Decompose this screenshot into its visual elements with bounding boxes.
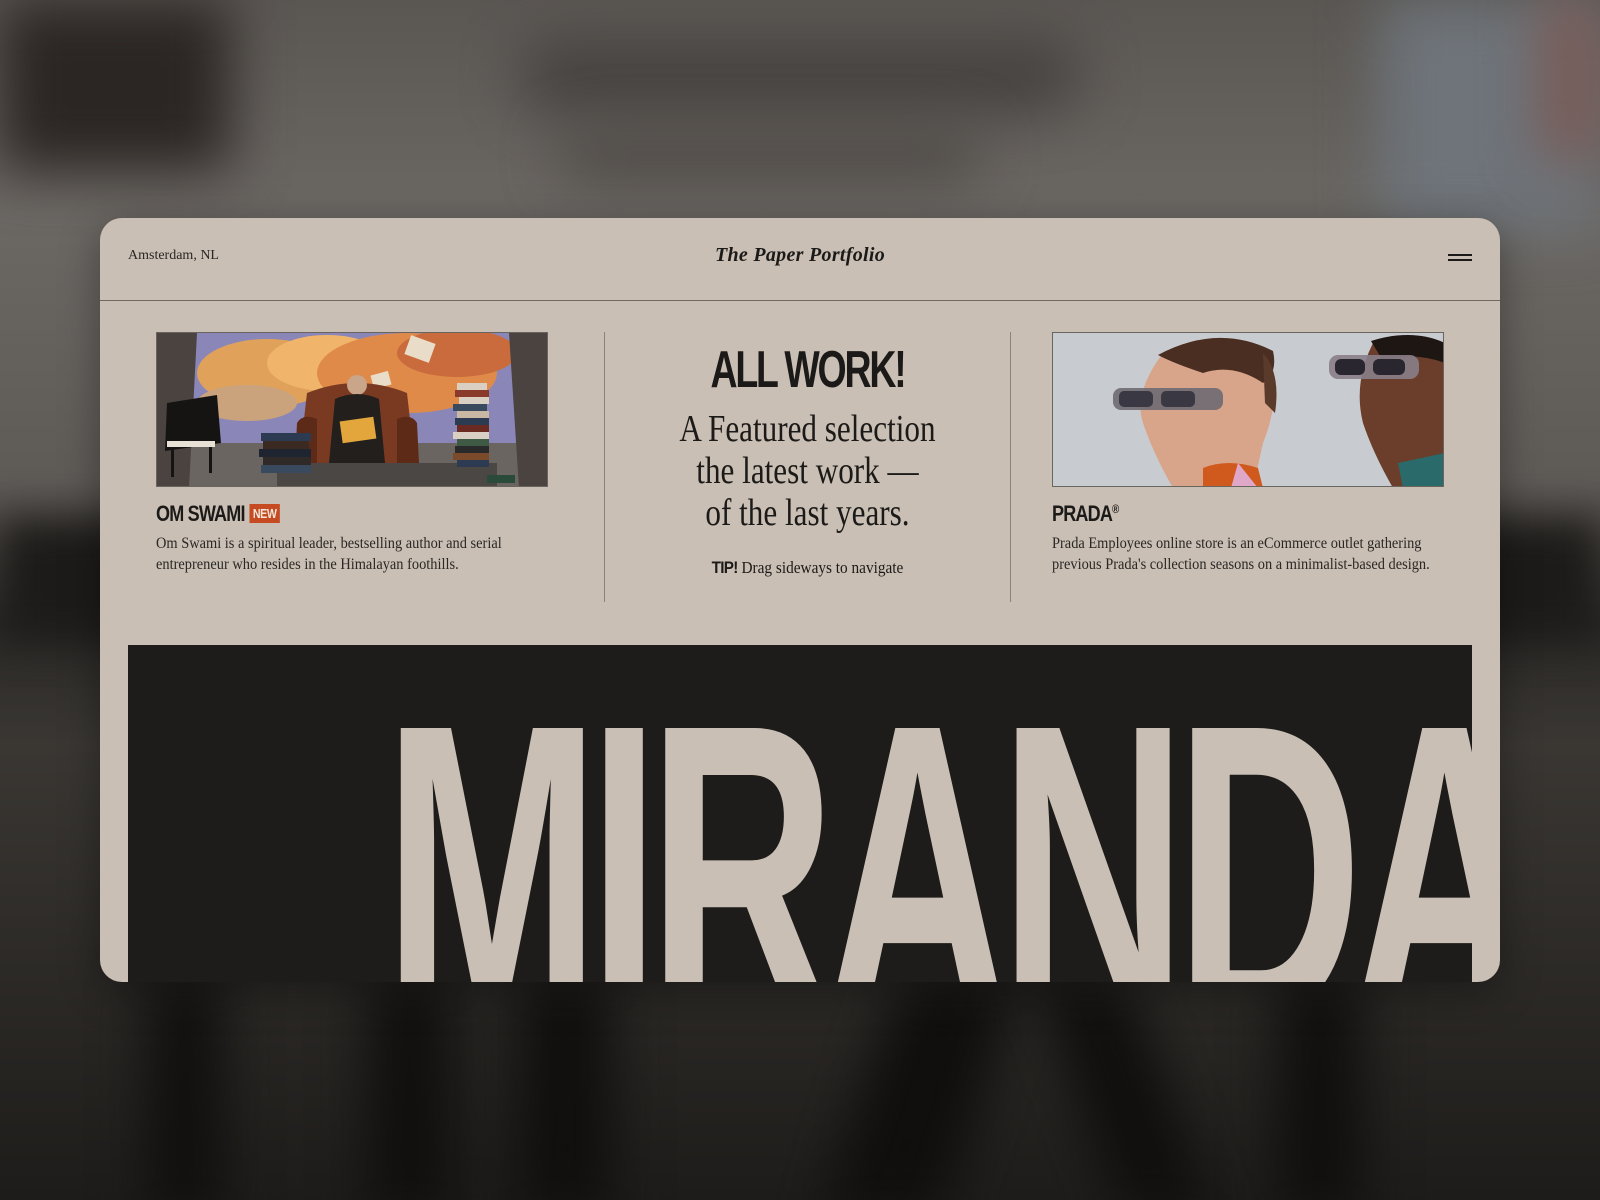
- work-title-om-swami[interactable]: OM SWAMI NEW: [156, 501, 280, 527]
- portfolio-window: Amsterdam, NL The Paper Portfolio OM SWA…: [100, 218, 1500, 982]
- om-swami-illustration[interactable]: [156, 332, 548, 487]
- work-title-prada[interactable]: PRADA®: [1052, 501, 1119, 527]
- navigation-tip: TIP! Drag sideways to navigate: [625, 558, 990, 578]
- page-title: ALL WORK!: [710, 341, 906, 399]
- intro-section: ALL WORK! A Featured selection the lates…: [605, 340, 1010, 578]
- prada-illustration[interactable]: [1052, 332, 1444, 487]
- brand-logo[interactable]: The Paper Portfolio: [100, 244, 1500, 267]
- work-description-om-swami: Om Swami is a spiritual leader, bestsell…: [156, 535, 502, 573]
- work-description-prada: Prada Employees online store is an eComm…: [1052, 535, 1430, 573]
- work-card-prada[interactable]: PRADA® Prada Employees online store is a…: [1052, 332, 1444, 575]
- tip-label: TIP!: [711, 558, 739, 577]
- new-badge: NEW: [249, 504, 280, 523]
- work-card-om-swami[interactable]: OM SWAMI NEW Om Swami is a spiritual lead…: [156, 332, 548, 575]
- intro-lede: A Featured selection the latest work — o…: [679, 408, 936, 534]
- featured-project-miranda[interactable]: MIRANDA: [128, 645, 1472, 982]
- top-bar: Amsterdam, NL The Paper Portfolio: [100, 218, 1500, 301]
- column-divider: [1010, 332, 1011, 602]
- featured-project-title: MIRANDA: [383, 645, 1472, 983]
- tip-text: Drag sideways to navigate: [741, 558, 904, 577]
- hamburger-icon[interactable]: [1448, 252, 1472, 264]
- registered-mark: ®: [1112, 502, 1119, 516]
